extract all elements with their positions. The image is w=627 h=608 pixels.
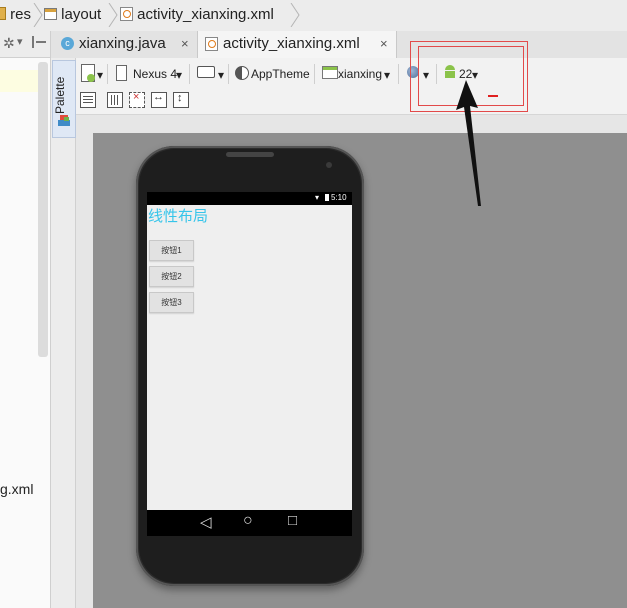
breadcrumb-item-res[interactable]: res	[0, 6, 31, 23]
chevron-down-icon[interactable]: ▾	[176, 68, 182, 82]
project-panel-toolbar: ✲ ▾	[0, 31, 50, 58]
folder-icon	[44, 8, 57, 20]
close-icon[interactable]: ×	[380, 36, 388, 51]
app-button-3[interactable]: 按钮3	[149, 292, 194, 313]
layout-vertical-icon[interactable]	[107, 92, 123, 108]
breadcrumb-separator	[290, 3, 300, 27]
xml-file-icon	[120, 7, 133, 21]
breadcrumb-separator	[108, 3, 118, 27]
app-title: 线性布局	[148, 208, 209, 225]
chevron-down-icon[interactable]: ▾	[384, 68, 390, 82]
palette-strip	[51, 58, 76, 608]
activity-selector[interactable]: xianxing	[338, 67, 382, 81]
orientation-icon[interactable]	[197, 65, 215, 79]
breadcrumb-separator	[33, 3, 43, 27]
home-icon[interactable]: ○	[243, 512, 253, 530]
app-button-2[interactable]: 按钮2	[149, 266, 194, 287]
chevron-down-icon[interactable]: ▾	[97, 68, 103, 82]
scrollbar[interactable]	[38, 62, 48, 357]
breadcrumb: res layout activity_xianxing.xml	[0, 0, 627, 32]
file-tree-item[interactable]: g.xml	[0, 481, 33, 497]
xml-file-icon	[205, 37, 218, 51]
breadcrumb-item-layout[interactable]: layout	[44, 6, 101, 23]
breadcrumb-item-xml[interactable]: activity_xianxing.xml	[120, 6, 274, 23]
status-time: 5:10	[331, 193, 347, 202]
front-camera	[326, 162, 332, 168]
tab-activity-xianxing-xml[interactable]: activity_xianxing.xml ×	[197, 31, 397, 59]
collapse-icon-bar	[36, 41, 46, 43]
selected-row[interactable]	[0, 70, 38, 92]
battery-icon	[325, 194, 329, 201]
java-class-icon: c	[61, 37, 74, 50]
folder-icon	[0, 7, 6, 20]
layout-horizontal-icon[interactable]	[80, 92, 96, 108]
device-selector[interactable]: Nexus 4	[133, 67, 177, 81]
theme-icon	[235, 66, 249, 80]
tab-xianxing-java[interactable]: c xianxing.java ×	[57, 31, 195, 58]
activity-icon	[322, 66, 338, 79]
collapse-icon[interactable]	[32, 36, 34, 48]
theme-selector[interactable]: AppTheme	[251, 67, 310, 81]
app-button-1[interactable]: 按钮1	[149, 240, 194, 261]
palette-label: Palette	[53, 76, 67, 114]
chevron-down-icon[interactable]: ▾	[17, 35, 23, 48]
chevron-down-icon[interactable]: ▾	[218, 68, 224, 82]
status-bar: ▾	[147, 192, 352, 205]
device-icon[interactable]	[81, 64, 95, 82]
annotation-arrow	[456, 80, 481, 206]
gear-icon[interactable]: ✲	[3, 35, 15, 52]
phone-icon	[116, 65, 127, 81]
speaker-grille	[226, 152, 274, 157]
palette-icon	[58, 114, 70, 126]
fill-width-icon[interactable]: ↔	[151, 91, 167, 108]
navigation-bar: ◁ ○ □	[147, 510, 352, 536]
fill-height-icon[interactable]: ↕	[173, 92, 189, 108]
back-icon[interactable]: ◁	[200, 513, 212, 531]
close-icon[interactable]: ×	[181, 36, 189, 51]
recents-icon[interactable]: □	[288, 512, 297, 529]
remove-layout-icon[interactable]: ×	[129, 91, 145, 108]
wifi-icon: ▾	[315, 193, 320, 202]
editor-tab-bar: c xianxing.java × activity_xianxing.xml …	[51, 31, 627, 59]
